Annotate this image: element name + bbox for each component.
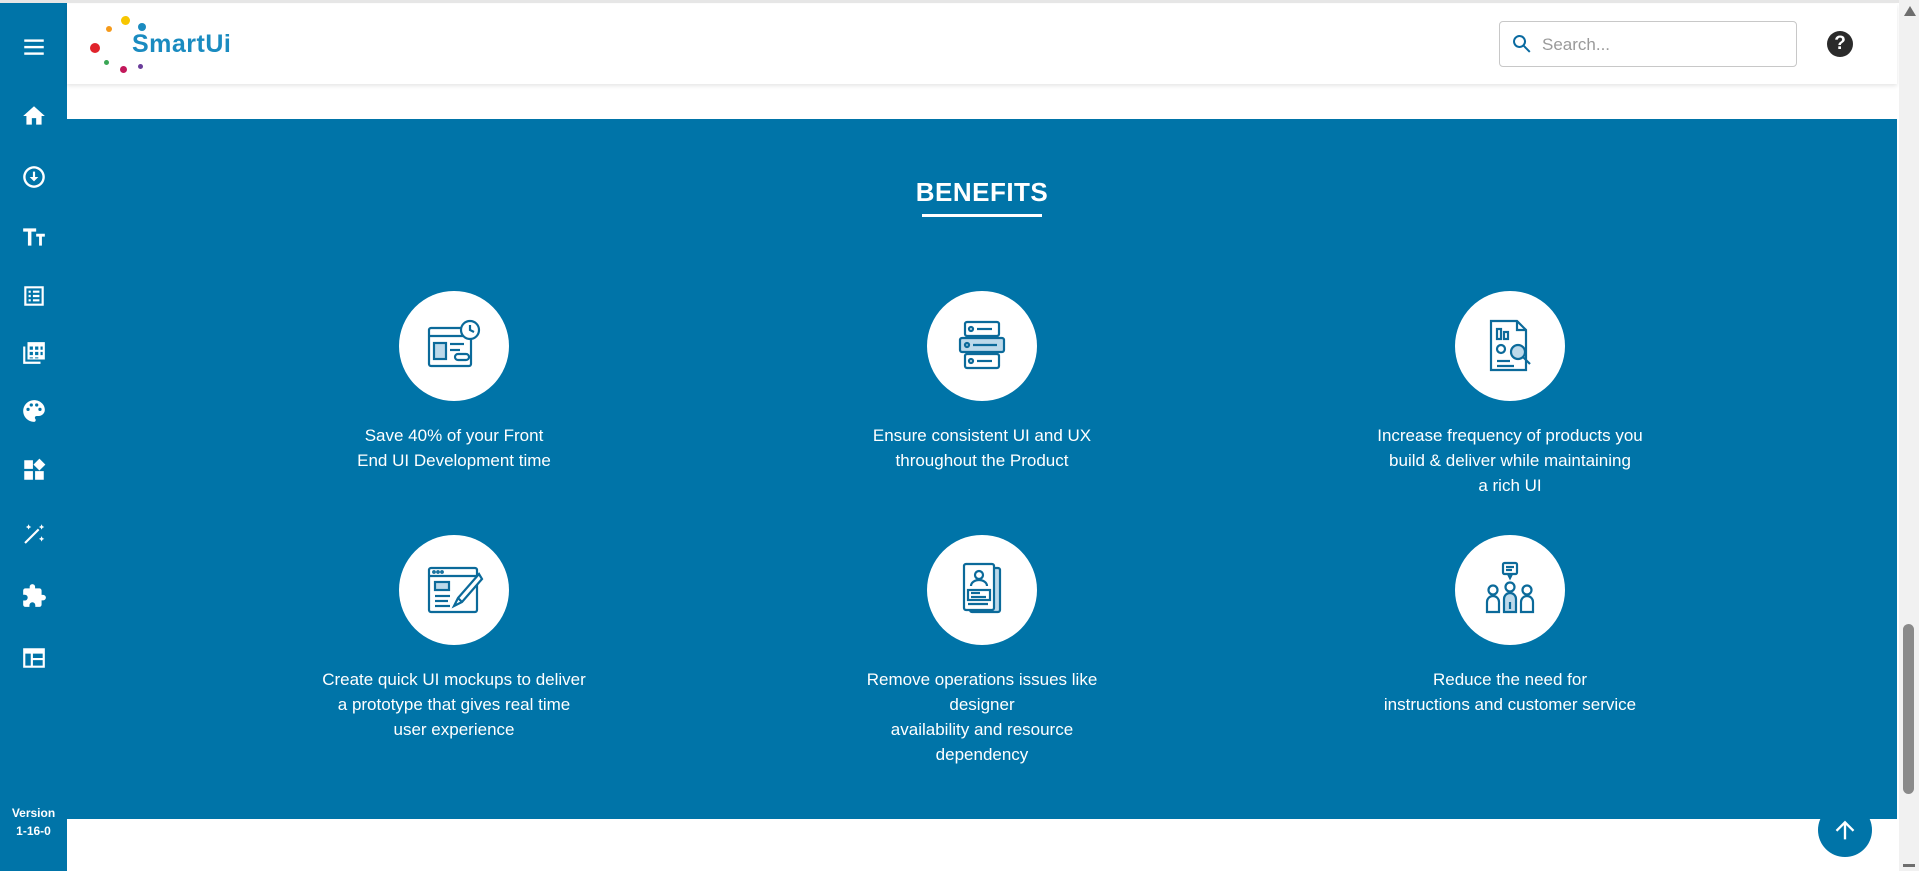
design-mockup-icon xyxy=(427,566,484,614)
sidebar-item-components[interactable] xyxy=(0,576,67,616)
sidebar-item-home[interactable] xyxy=(0,96,67,136)
benefit-card-4: Create quick UI mockups to deliver a pro… xyxy=(304,535,604,742)
menu-button[interactable] xyxy=(0,27,67,67)
sidebar-item-grid[interactable] xyxy=(0,333,67,373)
grid-table-icon xyxy=(22,342,45,364)
logo-text: SmartUi xyxy=(132,30,232,58)
logo-dot-yellow xyxy=(121,16,130,25)
scroll-down-arrow-icon[interactable] xyxy=(1903,864,1915,867)
benefit-line: Reduce the need for xyxy=(1432,670,1588,689)
benefits-title: BENEFITS xyxy=(915,177,1049,207)
browser-clock-icon xyxy=(427,319,481,368)
benefit-icon-circle xyxy=(927,291,1037,401)
puzzle-icon xyxy=(22,584,46,607)
sidebar: Version 1-16-0 xyxy=(0,0,67,871)
benefit-line: a rich UI xyxy=(1478,476,1542,495)
benefit-icon-circle xyxy=(1455,535,1565,645)
magic-wand-icon xyxy=(23,524,44,544)
version-number: 1-16-0 xyxy=(16,824,51,838)
team-communication-icon xyxy=(1485,561,1535,614)
benefit-line: Save 40% of your Front xyxy=(364,426,544,445)
help-button[interactable]: ? xyxy=(1827,31,1853,57)
search-input[interactable] xyxy=(1540,30,1784,60)
logo-dot-magenta xyxy=(120,66,127,73)
scroll-thumb[interactable] xyxy=(1903,624,1914,794)
version-label: Version xyxy=(11,806,56,820)
benefit-icon-circle xyxy=(927,535,1037,645)
benefit-icon-circle xyxy=(399,535,509,645)
version-info: Version 1-16-0 xyxy=(0,804,67,840)
vertical-scrollbar[interactable] xyxy=(1899,0,1919,871)
benefit-line: instructions and customer service xyxy=(1383,695,1637,714)
benefits-section: BENEFITS Save 40% of your Front End UI D… xyxy=(67,119,1897,819)
benefit-line: user experience xyxy=(393,720,515,739)
benefit-text: Ensure consistent UI and UX throughout t… xyxy=(832,423,1132,473)
benefit-text: Save 40% of your Front End UI Developmen… xyxy=(304,423,604,473)
sidebar-item-layout[interactable] xyxy=(0,638,67,678)
arrow-up-icon xyxy=(1835,820,1855,840)
sidebar-item-list[interactable] xyxy=(0,276,67,316)
sidebar-item-download[interactable] xyxy=(0,157,67,197)
dashboard-icon xyxy=(23,458,45,480)
benefit-text: Reduce the need for instructions and cus… xyxy=(1360,667,1660,717)
benefit-icon-circle xyxy=(1455,291,1565,401)
benefit-text: Remove operations issues like designer a… xyxy=(832,667,1132,767)
palette-icon xyxy=(22,400,45,422)
benefit-icon-circle xyxy=(399,291,509,401)
benefit-line: End UI Development time xyxy=(357,451,551,470)
search-icon xyxy=(1513,35,1531,53)
benefit-line: Create quick UI mockups to deliver xyxy=(322,670,586,689)
server-stack-icon xyxy=(958,320,1006,370)
sidebar-item-magic[interactable] xyxy=(0,514,67,554)
typography-icon xyxy=(22,228,45,246)
benefit-line: Remove operations issues like designer xyxy=(866,670,1098,714)
logo-dot-green xyxy=(104,60,109,65)
scroll-up-arrow-icon[interactable] xyxy=(1904,6,1916,16)
benefit-line: dependency xyxy=(935,745,1029,764)
sidebar-item-palette[interactable] xyxy=(0,391,67,431)
benefit-line: throughout the Product xyxy=(895,451,1069,470)
header: SmartUi ? xyxy=(67,4,1897,84)
search-box[interactable] xyxy=(1499,21,1797,67)
home-icon xyxy=(22,106,45,125)
benefit-card-3: Increase frequency of products you build… xyxy=(1360,291,1660,498)
benefit-line: Ensure consistent UI and UX xyxy=(872,426,1092,445)
report-search-icon xyxy=(1489,319,1531,372)
benefit-line: availability and resource xyxy=(890,720,1074,739)
menu-icon xyxy=(23,39,44,55)
benefit-card-6: Reduce the need for instructions and cus… xyxy=(1360,535,1660,717)
sidebar-item-typography[interactable] xyxy=(0,217,67,257)
benefit-text: Create quick UI mockups to deliver a pro… xyxy=(304,667,604,742)
top-border xyxy=(0,0,1900,3)
back-to-top-button[interactable] xyxy=(1818,803,1872,857)
logo[interactable]: SmartUi xyxy=(87,14,231,74)
layout-icon xyxy=(22,648,45,668)
logo-dot-purple xyxy=(138,64,143,69)
benefit-card-2: Ensure consistent UI and UX throughout t… xyxy=(832,291,1132,473)
download-circle-icon xyxy=(22,166,45,188)
benefit-line: a prototype that gives real time xyxy=(337,695,571,714)
logo-dot-orange xyxy=(106,26,112,32)
logo-dot-red xyxy=(90,43,100,53)
benefit-card-1: Save 40% of your Front End UI Developmen… xyxy=(304,291,604,473)
benefit-line: Increase frequency of products you xyxy=(1377,426,1643,445)
list-document-icon xyxy=(23,286,44,306)
sidebar-item-dashboard[interactable] xyxy=(0,450,67,490)
benefit-text: Increase frequency of products you build… xyxy=(1360,423,1660,498)
help-icon: ? xyxy=(1834,33,1846,54)
profile-documents-icon xyxy=(962,562,1002,614)
title-underline xyxy=(922,214,1042,217)
benefit-card-5: Remove operations issues like designer a… xyxy=(832,535,1132,767)
benefit-line: build & deliver while maintaining xyxy=(1389,451,1631,470)
